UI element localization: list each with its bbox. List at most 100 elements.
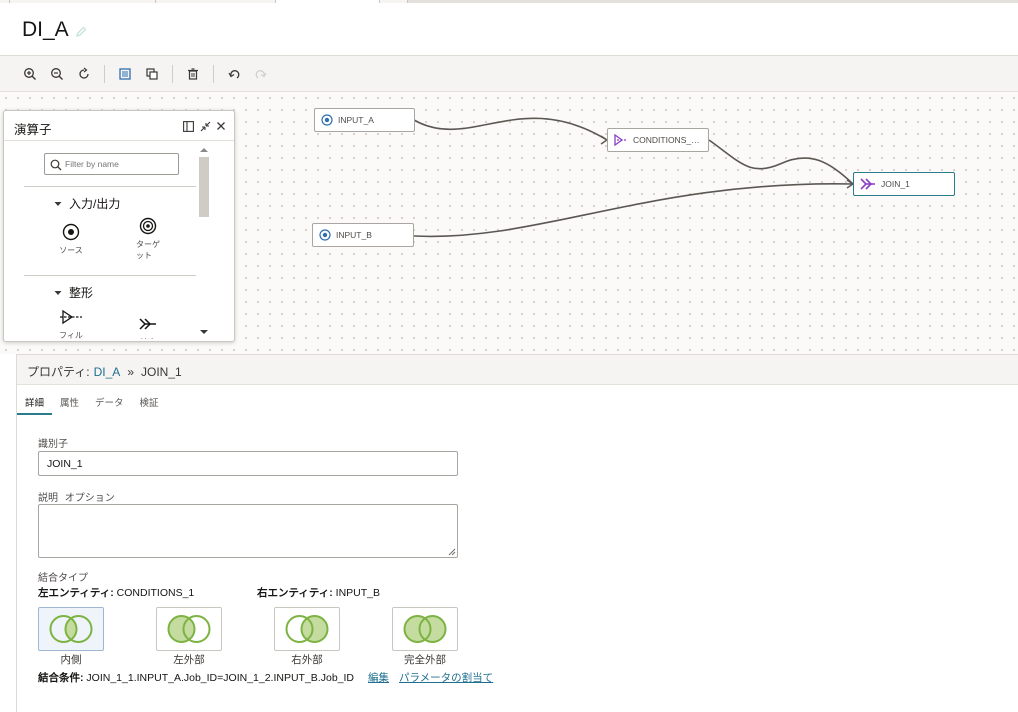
- section-shaping[interactable]: 整形: [54, 284, 93, 301]
- join-inner-button[interactable]: [38, 607, 104, 651]
- join-icon: [860, 178, 875, 190]
- operator-source[interactable]: ソース: [46, 221, 96, 256]
- operator-label: 結合: [140, 338, 156, 339]
- duplicate-icon[interactable]: [143, 65, 161, 83]
- node-label: INPUT_B: [336, 230, 372, 240]
- reset-zoom-icon[interactable]: [75, 65, 93, 83]
- filter-icon: [614, 134, 627, 146]
- source-icon: [319, 229, 331, 241]
- scroll-thumb[interactable]: [199, 157, 209, 217]
- canvas-toolbar: [0, 56, 1018, 92]
- operator-palette: 演算子 入力/出力 ソース ターゲット 整形: [3, 110, 235, 342]
- join-condition: 結合条件: JOIN_1_1.INPUT_A.Job_ID=JOIN_1_2.I…: [38, 670, 493, 685]
- join-icon: [123, 313, 173, 335]
- left-entity: 左エンティティ: CONDITIONS_1: [38, 585, 194, 600]
- description-label-text: 説明: [38, 493, 58, 504]
- palette-header: 演算子: [4, 111, 234, 141]
- close-icon[interactable]: [214, 119, 228, 133]
- join-type-label: 結合タイプ: [38, 573, 88, 584]
- venn-inner-icon: [49, 615, 93, 643]
- description-textarea[interactable]: [38, 504, 458, 558]
- venn-left-outer-icon: [167, 615, 211, 643]
- page-title: DI_A: [22, 18, 69, 41]
- operator-join[interactable]: 結合: [123, 313, 173, 339]
- join-left-outer-label: 左外部: [173, 654, 205, 666]
- assign-params-link[interactable]: パラメータの割当て: [399, 670, 493, 685]
- venn-full-outer-icon: [403, 615, 447, 643]
- node-conditions[interactable]: CONDITIONS_…: [607, 128, 709, 152]
- left-entity-label: 左エンティティ:: [38, 587, 114, 599]
- join-condition-value: JOIN_1_1.INPUT_A.Job_ID=JOIN_1_2.INPUT_B…: [86, 672, 354, 684]
- redo-icon[interactable]: [252, 65, 270, 83]
- section-label: 整形: [69, 286, 94, 300]
- delete-icon[interactable]: [184, 65, 202, 83]
- node-label: INPUT_A: [338, 115, 374, 125]
- identifier-input[interactable]: JOIN_1: [38, 451, 458, 476]
- join-full-outer-label: 完全外部: [404, 654, 446, 666]
- palette-title: 演算子: [14, 123, 52, 137]
- join-condition-label: 結合条件:: [38, 672, 84, 684]
- source-icon: [321, 114, 333, 126]
- palette-scrollbar[interactable]: [197, 141, 211, 341]
- divider: [24, 186, 196, 187]
- operator-target[interactable]: ターゲット: [123, 215, 173, 261]
- node-join[interactable]: JOIN_1: [853, 172, 955, 196]
- toolbar-divider: [104, 65, 105, 83]
- edit-title-icon[interactable]: [75, 25, 87, 43]
- node-label: CONDITIONS_…: [633, 135, 700, 145]
- zoom-in-icon[interactable]: [21, 65, 39, 83]
- filter-icon: [46, 306, 96, 328]
- tab-validation[interactable]: 検証: [132, 387, 167, 415]
- operator-label: ソース: [59, 246, 83, 255]
- right-entity-value: INPUT_B: [335, 587, 381, 599]
- section-io[interactable]: 入力/出力: [54, 195, 120, 212]
- tab-attributes[interactable]: 属性: [52, 387, 87, 415]
- properties-panel: プロパティ: DI_A » JOIN_1 詳細 属性 データ 検証 識別子 JO…: [16, 354, 1018, 712]
- venn-right-outer-icon: [285, 615, 329, 643]
- tab-data[interactable]: データ: [87, 387, 132, 415]
- scroll-up-icon[interactable]: [197, 145, 211, 155]
- layout-icon[interactable]: [116, 65, 134, 83]
- identifier-label: 識別子: [38, 439, 68, 450]
- tab-details[interactable]: 詳細: [17, 387, 53, 415]
- operator-label: フィル: [59, 331, 83, 340]
- collapse-icon[interactable]: [198, 119, 212, 133]
- right-entity-label: 右エンティティ:: [257, 587, 333, 599]
- search-icon: [50, 158, 62, 176]
- join-left-outer-button[interactable]: [156, 607, 222, 651]
- left-entity-value: CONDITIONS_1: [116, 587, 195, 599]
- breadcrumb-separator: »: [127, 364, 134, 379]
- node-label: JOIN_1: [881, 179, 910, 189]
- toolbar-divider: [172, 65, 173, 83]
- breadcrumb: プロパティ: DI_A » JOIN_1: [27, 363, 182, 380]
- right-entity: 右エンティティ: INPUT_B: [257, 585, 380, 600]
- join-right-outer-button[interactable]: [274, 607, 340, 651]
- search-input[interactable]: [65, 157, 175, 171]
- zoom-out-icon[interactable]: [48, 65, 66, 83]
- properties-tabs: 詳細 属性 データ 検証: [17, 387, 167, 415]
- source-icon: [46, 221, 96, 243]
- join-inner-label: 内側: [60, 654, 82, 666]
- description-label: 説明 オプション: [38, 489, 115, 504]
- node-input-b[interactable]: INPUT_B: [312, 223, 414, 247]
- palette-search: [44, 153, 179, 175]
- join-condition-text: 結合条件: JOIN_1_1.INPUT_A.Job_ID=JOIN_1_2.I…: [38, 670, 354, 685]
- operator-filter[interactable]: フィル: [46, 306, 96, 341]
- dock-panel-icon[interactable]: [181, 119, 195, 133]
- page-header: DI_A: [0, 3, 1018, 56]
- breadcrumb-prefix: プロパティ:: [27, 365, 90, 379]
- edit-link[interactable]: 編集: [368, 670, 389, 685]
- node-input-a[interactable]: INPUT_A: [314, 108, 415, 132]
- section-label: 入力/出力: [69, 197, 121, 211]
- join-full-outer-button[interactable]: [392, 607, 458, 651]
- toolbar-divider: [213, 65, 214, 83]
- resize-handle-icon[interactable]: [448, 548, 456, 556]
- caret-down-icon: [54, 290, 62, 295]
- undo-icon[interactable]: [225, 65, 243, 83]
- divider: [24, 275, 196, 276]
- breadcrumb-link[interactable]: DI_A: [94, 365, 121, 379]
- operator-label: ターゲット: [136, 240, 160, 260]
- caret-down-icon: [54, 201, 62, 206]
- scroll-down-icon[interactable]: [197, 327, 211, 337]
- breadcrumb-current: JOIN_1: [141, 364, 182, 379]
